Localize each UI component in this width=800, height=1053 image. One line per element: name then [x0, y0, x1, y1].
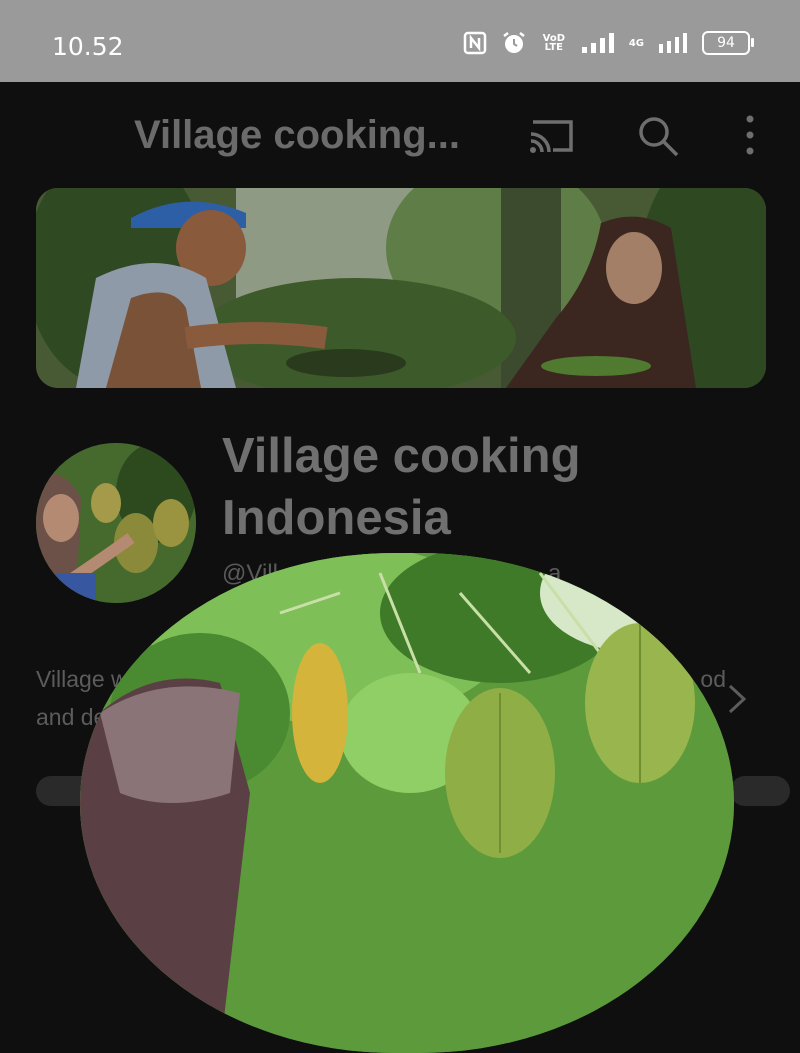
- cast-icon[interactable]: [527, 116, 577, 161]
- status-bar: 10.52 VoD LTE 4G 94: [0, 0, 800, 82]
- more-options-icon[interactable]: [740, 114, 760, 161]
- battery-level: 94: [717, 35, 735, 51]
- status-icons: VoD LTE 4G 94: [463, 30, 754, 56]
- nfc-icon: [463, 31, 487, 55]
- description-line-1-end: od: [700, 666, 726, 692]
- network-indicator: 4G: [628, 37, 644, 49]
- signal-icon-2: [658, 32, 688, 54]
- channel-name: Village cooking Indonesia: [222, 429, 581, 545]
- channel-avatar[interactable]: [36, 443, 196, 603]
- chevron-right-icon[interactable]: [726, 683, 748, 720]
- action-button[interactable]: [730, 776, 790, 806]
- floating-video-overlay[interactable]: [80, 553, 734, 1053]
- signal-icon: [581, 32, 615, 54]
- search-icon[interactable]: [636, 114, 680, 163]
- network-type: 4G: [628, 37, 644, 49]
- volte-label: VoD LTE: [542, 33, 566, 53]
- status-time: 10.52: [52, 32, 124, 61]
- battery-icon: 94: [702, 31, 754, 55]
- alarm-icon: [501, 30, 527, 56]
- page-title: Village cooking...: [134, 113, 461, 157]
- channel-banner-image: [36, 188, 766, 388]
